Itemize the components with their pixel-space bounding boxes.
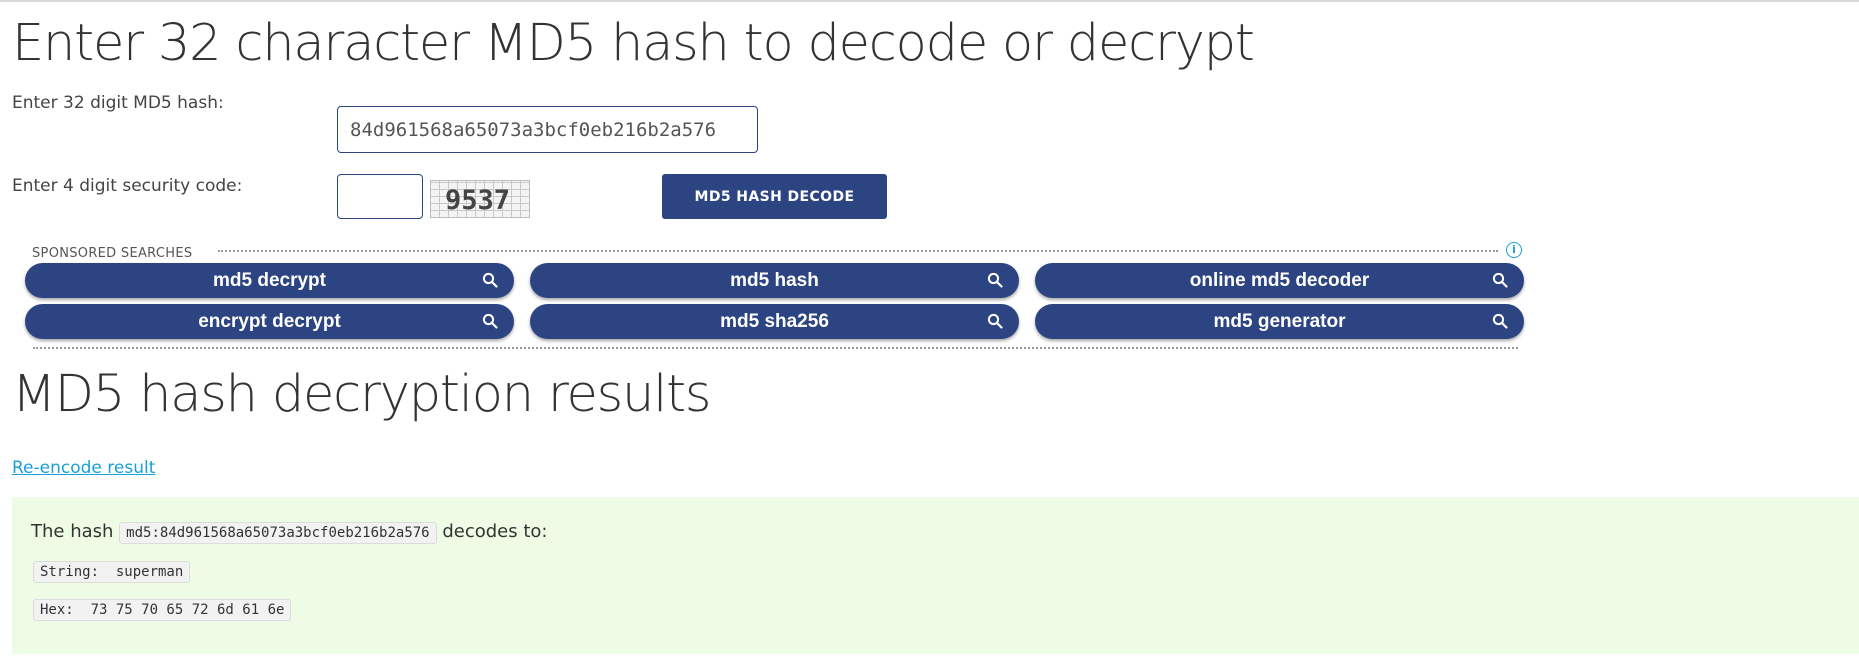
captcha-image: 9537: [430, 180, 530, 218]
decode-button[interactable]: MD5 HASH DECODE: [662, 174, 887, 219]
captcha-text: 9537: [445, 185, 511, 216]
security-code-label: Enter 4 digit security code:: [12, 176, 243, 196]
results-title: MD5 hash decryption results: [12, 365, 711, 424]
sponsored-search-label: md5 sha256: [720, 311, 829, 332]
decoded-hex: Hex: 73 75 70 65 72 6d 61 6e: [33, 599, 292, 621]
sponsored-search-label: md5 decrypt: [213, 270, 326, 291]
sponsored-searches-label: SPONSORED SEARCHES: [32, 246, 193, 261]
info-icon[interactable]: i: [1506, 242, 1522, 258]
sponsored-search-md5-hash[interactable]: md5 hash: [530, 263, 1019, 298]
reencode-link[interactable]: Re-encode result: [12, 458, 155, 478]
sponsored-search-label: md5 generator: [1213, 311, 1346, 332]
search-icon: [482, 272, 498, 288]
sponsored-search-online-md5-decoder[interactable]: online md5 decoder: [1035, 263, 1524, 298]
sponsored-search-encrypt-decrypt[interactable]: encrypt decrypt: [25, 304, 514, 339]
sponsored-search-md5-sha256[interactable]: md5 sha256: [530, 304, 1019, 339]
search-icon: [482, 313, 498, 329]
result-prefix: The hash: [31, 521, 114, 542]
sponsored-divider-top: [218, 250, 1498, 252]
result-summary: The hash md5:84d961568a65073a3bcf0eb216b…: [31, 521, 548, 544]
sponsored-divider-bottom: [33, 347, 1518, 349]
sponsored-search-label: md5 hash: [730, 270, 819, 291]
page-title: Enter 32 character MD5 hash to decode or…: [12, 14, 1255, 73]
search-icon: [1492, 272, 1508, 288]
sponsored-search-label: online md5 decoder: [1189, 270, 1370, 291]
search-icon: [1492, 313, 1508, 329]
sponsored-search-md5-generator[interactable]: md5 generator: [1035, 304, 1524, 339]
search-icon: [987, 313, 1003, 329]
top-border: [0, 0, 1859, 2]
search-icon: [987, 272, 1003, 288]
hash-input[interactable]: [337, 106, 758, 153]
hash-label: Enter 32 digit MD5 hash:: [12, 93, 224, 113]
sponsored-search-label: encrypt decrypt: [198, 311, 341, 332]
hash-code: md5:84d961568a65073a3bcf0eb216b2a576: [119, 522, 437, 544]
sponsored-search-md5-decrypt[interactable]: md5 decrypt: [25, 263, 514, 298]
result-suffix: decodes to:: [442, 521, 548, 542]
decoded-string: String: superman: [33, 561, 191, 583]
security-code-input[interactable]: [337, 174, 423, 219]
